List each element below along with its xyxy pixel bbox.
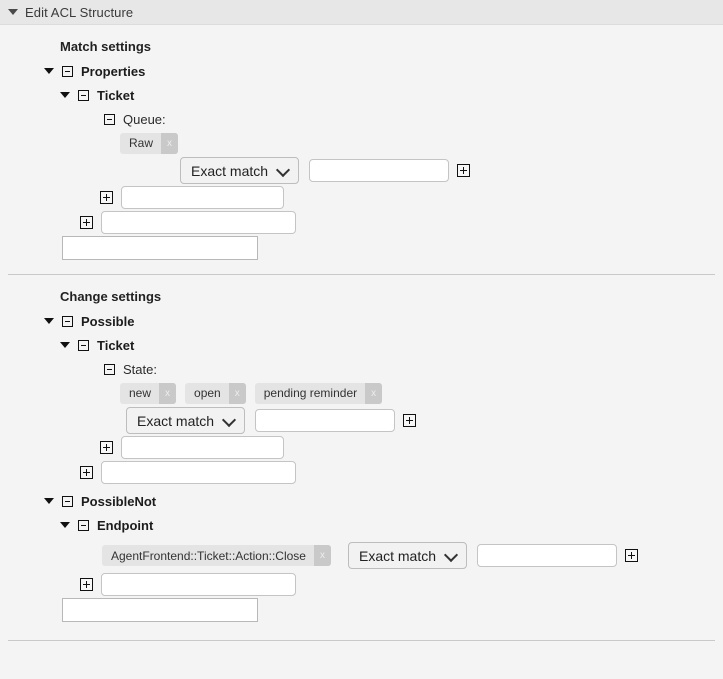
plus-box-icon[interactable] — [80, 216, 93, 229]
field-header-queue[interactable]: Queue: — [0, 108, 723, 130]
tag-chip[interactable]: Raw x — [120, 132, 179, 154]
section-title-match-settings: Match settings — [60, 39, 152, 54]
caret-down-icon[interactable] — [8, 9, 18, 15]
extra-input-row — [0, 186, 723, 209]
caret-down-icon[interactable] — [44, 68, 54, 74]
section-change-settings: Change settings Possible Ticket State: n… — [0, 275, 723, 641]
match-type-select[interactable]: Exact match — [180, 157, 300, 184]
collapse-box-icon[interactable] — [62, 495, 73, 507]
tag-label: Raw — [129, 136, 154, 150]
endpoint-value-row: AgentFrontend::Ticket::Action::Close x E… — [0, 542, 723, 569]
collapse-box-icon[interactable] — [78, 519, 89, 531]
tag-remove-icon[interactable]: x — [228, 382, 246, 404]
tree-node-endpoint[interactable]: Endpoint — [0, 514, 723, 536]
extra-input[interactable] — [121, 436, 284, 459]
collapse-box-icon[interactable] — [62, 315, 73, 327]
caret-down-icon[interactable] — [60, 522, 70, 528]
plus-box-icon[interactable] — [403, 414, 417, 427]
plus-box-icon[interactable] — [457, 164, 471, 177]
page-title: Edit ACL Structure — [25, 4, 134, 20]
queue-value-input[interactable] — [309, 159, 450, 182]
widget-header[interactable]: Edit ACL Structure — [0, 0, 723, 25]
extra-input-row — [0, 598, 723, 622]
tag-remove-icon[interactable]: x — [161, 132, 179, 154]
plus-box-icon[interactable] — [100, 191, 113, 204]
state-value-input[interactable] — [255, 409, 396, 432]
tree-node-label: Properties — [81, 63, 146, 79]
tag-label: AgentFrontend::Ticket::Action::Close — [111, 548, 306, 563]
match-type-select[interactable]: Exact match — [126, 407, 246, 434]
state-value-row: new x open x pending reminder x — [0, 382, 723, 404]
section-match-settings: Match settings Properties Ticket Queue: … — [0, 25, 723, 275]
match-type-select-wrapper[interactable]: Exact match — [347, 542, 468, 569]
tag-remove-icon[interactable]: x — [365, 382, 383, 404]
tag-chip[interactable]: pending reminder x — [254, 382, 383, 404]
plus-box-icon[interactable] — [80, 466, 93, 479]
tree-node-properties[interactable]: Properties — [0, 60, 723, 82]
extra-input[interactable] — [101, 461, 296, 484]
collapse-box-icon[interactable] — [78, 339, 89, 351]
tag-chip[interactable]: open x — [185, 382, 246, 404]
field-label: State: — [123, 361, 157, 377]
plus-box-icon[interactable] — [625, 549, 639, 562]
state-match-row: Exact match — [0, 407, 723, 434]
extra-input-row — [0, 436, 723, 459]
collapse-box-icon[interactable] — [104, 113, 115, 125]
extra-input[interactable] — [101, 573, 296, 596]
tag-chip[interactable]: AgentFrontend::Ticket::Action::Close x — [102, 545, 331, 566]
match-type-select-wrapper[interactable]: Exact match — [126, 407, 246, 434]
tag-label: open — [194, 386, 221, 400]
acl-structure-body: Match settings Properties Ticket Queue: … — [0, 25, 723, 641]
tree-node-label: Ticket — [97, 87, 135, 103]
extra-input[interactable] — [121, 186, 284, 209]
plus-box-icon[interactable] — [80, 578, 93, 591]
extra-input-row — [0, 461, 723, 484]
collapse-box-icon[interactable] — [104, 363, 115, 375]
tag-remove-icon[interactable]: x — [313, 545, 331, 566]
queue-value-row: Raw x — [0, 132, 723, 154]
tree-node-label: Ticket — [97, 337, 135, 353]
bottom-divider — [8, 640, 715, 641]
plus-box-icon[interactable] — [100, 441, 113, 454]
tag-chip[interactable]: new x — [120, 382, 177, 404]
section-title-change-settings: Change settings — [60, 289, 162, 304]
match-type-select-wrapper[interactable]: Exact match — [180, 157, 300, 184]
field-label: Queue: — [123, 111, 166, 127]
tree-node-possible[interactable]: Possible — [0, 310, 723, 332]
extra-input-row — [0, 211, 723, 234]
collapse-box-icon[interactable] — [62, 65, 73, 77]
caret-down-icon[interactable] — [60, 342, 70, 348]
caret-down-icon[interactable] — [60, 92, 70, 98]
collapse-box-icon[interactable] — [78, 89, 89, 101]
extra-input[interactable] — [62, 598, 258, 622]
tag-remove-icon[interactable]: x — [159, 382, 177, 404]
queue-match-row: Exact match — [0, 157, 723, 184]
endpoint-value-input[interactable] — [477, 544, 618, 567]
tag-label: pending reminder — [263, 386, 358, 400]
tree-node-label: Possible — [81, 313, 135, 329]
extra-input[interactable] — [101, 211, 296, 234]
extra-input-row — [0, 236, 723, 260]
caret-down-icon[interactable] — [44, 498, 54, 504]
tree-node-possiblenot[interactable]: PossibleNot — [0, 490, 723, 512]
field-header-state[interactable]: State: — [0, 358, 723, 380]
extra-input-row — [0, 573, 723, 596]
tree-node-ticket[interactable]: Ticket — [0, 84, 723, 106]
tree-node-label: Endpoint — [97, 517, 154, 533]
tag-label: new — [129, 386, 152, 400]
caret-down-icon[interactable] — [44, 318, 54, 324]
extra-input[interactable] — [62, 236, 258, 260]
tree-node-ticket[interactable]: Ticket — [0, 334, 723, 356]
match-type-select[interactable]: Exact match — [347, 542, 468, 569]
tree-node-label: PossibleNot — [81, 493, 157, 509]
